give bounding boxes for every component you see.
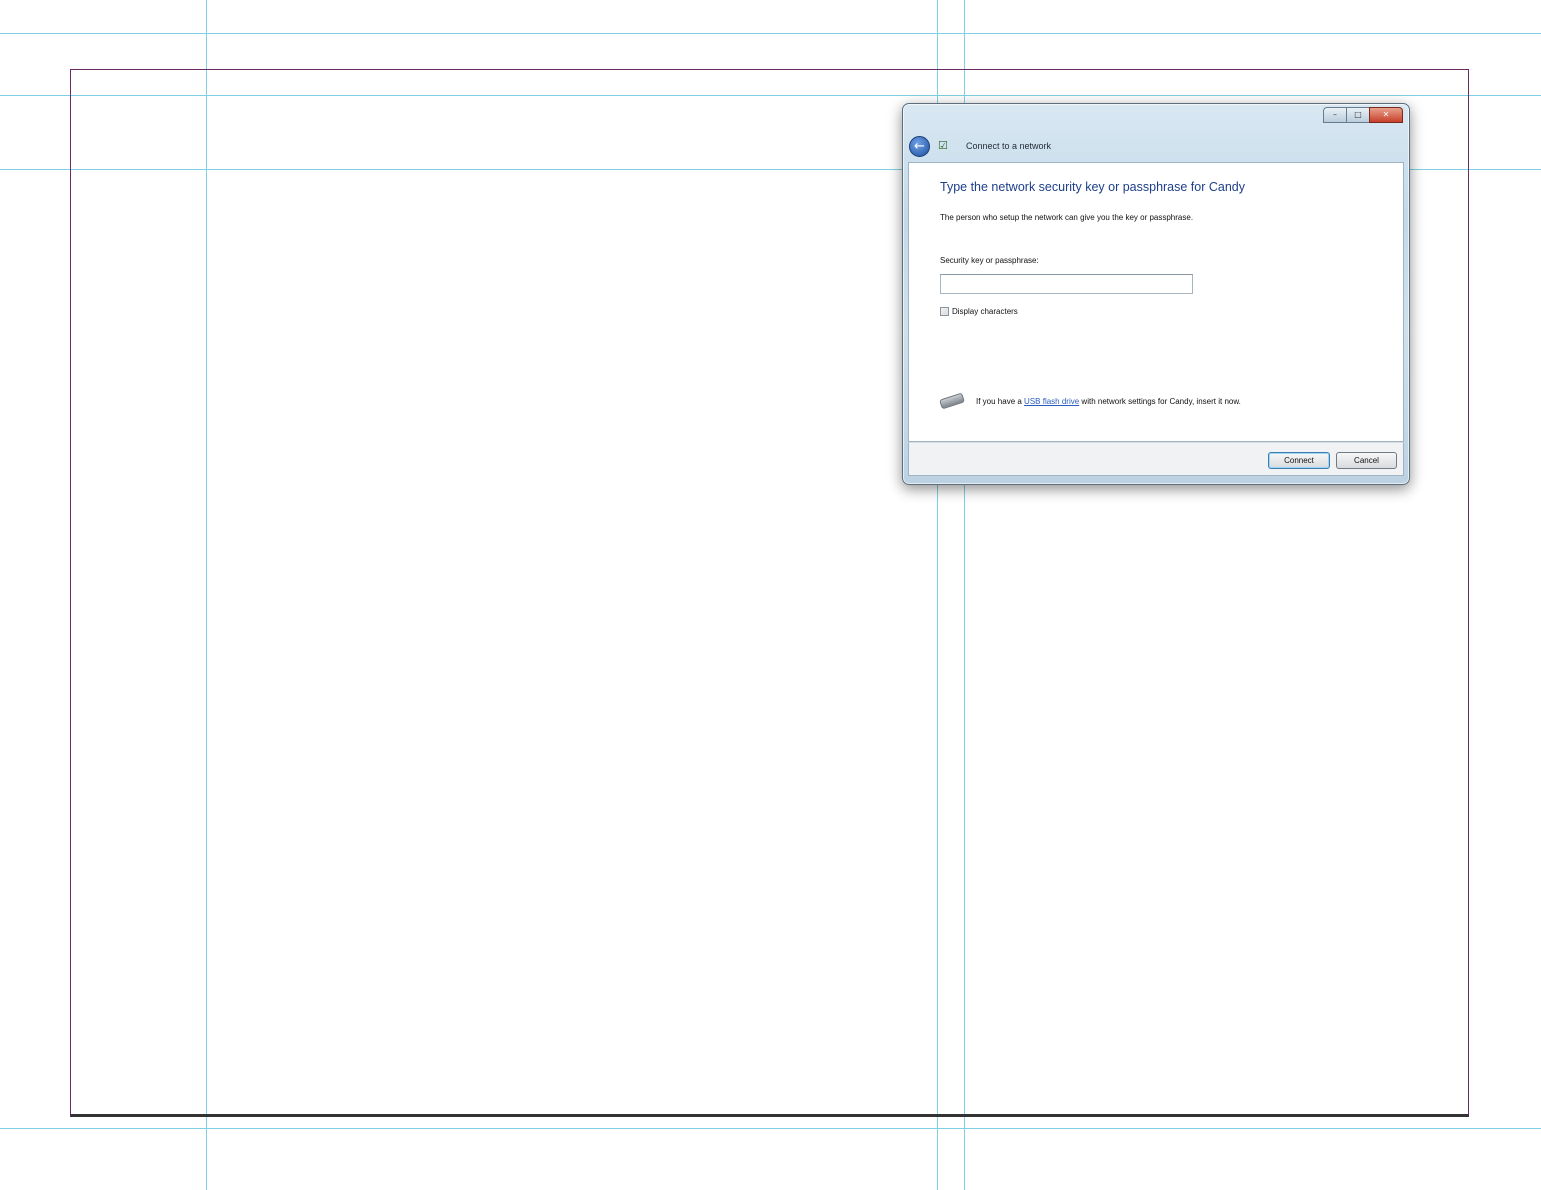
- back-arrow-icon[interactable]: ←: [909, 135, 930, 157]
- display-characters-label: Display characters: [952, 307, 1018, 316]
- connect-button[interactable]: Connect: [1268, 452, 1330, 469]
- usb-drive-icon: [939, 392, 965, 410]
- close-button[interactable]: ✕: [1369, 107, 1403, 123]
- network-icon: ☑: [938, 139, 948, 152]
- dialog-content: Type the network security key or passphr…: [908, 162, 1404, 442]
- usb-prefix: If you have a: [976, 396, 1022, 406]
- maximize-button[interactable]: □: [1346, 107, 1370, 123]
- cancel-button[interactable]: Cancel: [1336, 452, 1397, 469]
- security-key-input[interactable]: [940, 274, 1193, 294]
- guide-line: [0, 33, 1541, 34]
- usb-text: If you have a USB flash drive with netwo…: [976, 397, 1241, 406]
- usb-flash-drive-link[interactable]: USB flash drive: [1024, 397, 1079, 406]
- usb-suffix: with network settings for Candy, insert …: [1081, 396, 1241, 406]
- usb-row: If you have a USB flash drive with netwo…: [939, 392, 1241, 410]
- nav-bar: ← ☑ Connect to a network: [909, 134, 1051, 158]
- security-key-label: Security key or passphrase:: [940, 256, 1039, 265]
- display-characters-checkbox[interactable]: [940, 307, 949, 316]
- minimize-button[interactable]: –: [1323, 107, 1347, 123]
- display-characters-row[interactable]: Display characters: [940, 307, 1018, 316]
- window-controls: – □ ✕: [1323, 107, 1403, 123]
- connect-dialog: – □ ✕ ← ☑ Connect to a network Type the …: [902, 103, 1410, 485]
- dialog-footer: Connect Cancel: [908, 442, 1404, 476]
- dialog-heading: Type the network security key or passphr…: [940, 180, 1246, 194]
- guide-line: [0, 1128, 1541, 1129]
- dialog-title: Connect to a network: [966, 141, 1052, 151]
- dialog-description: The person who setup the network can giv…: [940, 213, 1194, 222]
